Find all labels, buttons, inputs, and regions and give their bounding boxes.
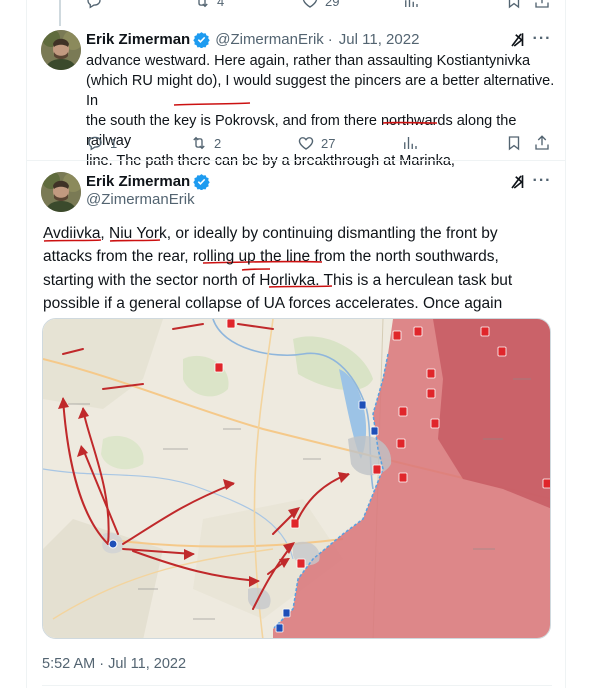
- main-tweet-text: Avdiivka, Niu York, or ideally by contin…: [43, 222, 543, 315]
- reply-count: 1: [110, 135, 118, 151]
- share-icon: [535, 135, 549, 150]
- main-text-line: Avdiivka, Niu York, or ideally by contin…: [43, 225, 498, 242]
- tweet-divider: [27, 160, 566, 161]
- like-count: 27: [321, 135, 336, 151]
- main-text-line: attacks from the rear, rolling up the li…: [43, 248, 499, 266]
- avatar-image: [41, 172, 81, 212]
- reply-icon: [88, 136, 102, 151]
- main-text-line: possible if a general collapse of UA for…: [43, 294, 503, 312]
- retweet-icon: [193, 136, 205, 150]
- share-button[interactable]: [533, 134, 551, 152]
- like-icon: [298, 137, 314, 150]
- author-name[interactable]: Erik Zimerman: [86, 173, 190, 190]
- reply-tweet-action-bar: 1 2 27: [86, 134, 556, 152]
- reply-button[interactable]: 1: [86, 134, 117, 152]
- main-text-line: starting with the sector north of Horliv…: [43, 271, 513, 289]
- retweet-count: 2: [214, 135, 222, 151]
- bookmark-button[interactable]: [505, 134, 523, 152]
- main-tweet-header: Erik Zimerman @ZimermanErik: [86, 173, 213, 208]
- like-button[interactable]: 27: [297, 134, 335, 152]
- bookmark-icon: [508, 136, 520, 151]
- avatar[interactable]: [41, 172, 81, 212]
- grok-icon[interactable]: [509, 173, 527, 191]
- frontline-map: [43, 319, 550, 638]
- tweet-timestamp[interactable]: 5:52 AM · Jul 11, 2022: [42, 656, 186, 672]
- views-button[interactable]: [401, 134, 419, 152]
- underline-key-pokrovsk: [173, 102, 251, 106]
- author-handle[interactable]: @ZimermanErik: [86, 191, 213, 208]
- views-icon: [404, 137, 417, 149]
- verified-badge-icon: [193, 174, 210, 190]
- tweet-map-image[interactable]: [42, 318, 551, 639]
- more-icon[interactable]: ···: [531, 172, 553, 190]
- retweet-button[interactable]: 2: [190, 134, 221, 152]
- timestamp-divider: [42, 685, 552, 686]
